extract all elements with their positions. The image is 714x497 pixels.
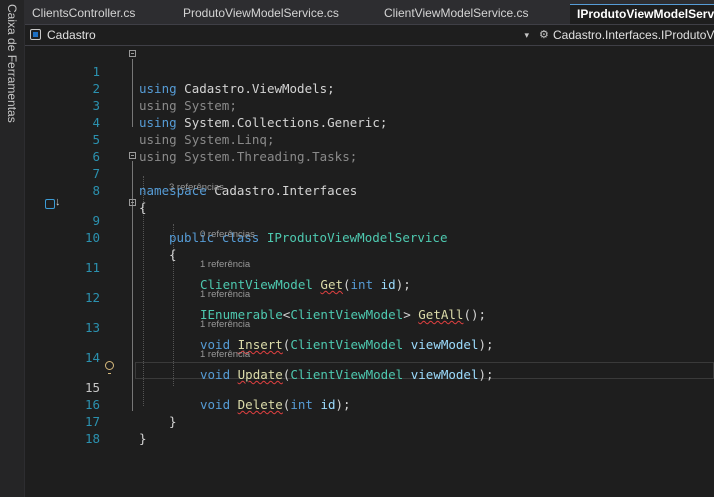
codelens-delete-references[interactable]: 1 referência (200, 350, 250, 360)
type-path: Cadastro.Interfaces.IProdutoViewModelSer… (553, 28, 714, 42)
toolbox-label[interactable]: Caixa de Ferramentas (4, 4, 20, 123)
tab-client-viewmodel-service[interactable]: ClientViewModelService.cs (377, 4, 569, 24)
document-tab-bar: ClientsController.cs ProdutoViewModelSer… (25, 0, 714, 24)
code-line-14: 14 void Update(ClientViewModel viewModel… (25, 332, 714, 382)
code-line-12: 12 IEnumerable<ClientViewModel> GetAll()… (25, 272, 714, 322)
tab-produto-viewmodel-service[interactable]: ProdutoViewModelService.cs (176, 4, 376, 24)
code-line-15: 15 void Delete(int id); (25, 362, 714, 412)
codelens-getall-references[interactable]: 1 referência (200, 260, 250, 270)
toolbox-panel[interactable]: Caixa de Ferramentas (0, 0, 25, 497)
code-line-6: 6 (25, 131, 714, 164)
code-line-17: 17 } (25, 396, 714, 446)
code-line-18: 18 (25, 413, 714, 446)
interface-icon: ⚙ (539, 29, 549, 41)
code-editor[interactable]: ↓ 1 using Cadastro.ViewModels; 2 using S… (25, 46, 714, 497)
code-line-2: 2 using System; (25, 63, 714, 113)
code-line-8: 8 { (25, 165, 714, 215)
codelens-get-references[interactable]: 0 referências (200, 230, 255, 240)
project-name: Cadastro (47, 28, 96, 42)
codelens-update-references[interactable]: 1 referência (200, 320, 250, 330)
code-line-11: 11 ClientViewModel Get(int id); (25, 242, 714, 292)
code-line-16: 16 } (25, 379, 714, 429)
code-line-3: 3 using System.Collections.Generic; (25, 80, 714, 130)
line-number: 18 (84, 431, 100, 446)
tab-clients-controller[interactable]: ClientsController.cs (25, 4, 175, 24)
codelens-insert-references[interactable]: 1 referência (200, 290, 250, 300)
codelens-class-references[interactable]: 3 referências (169, 183, 224, 193)
tab-iproduto-viewmodel-service[interactable]: IProdutoViewModelService.cs (570, 4, 714, 24)
code-line-5: 5 using System.Threading.Tasks; (25, 114, 714, 164)
code-line-9: 9 public class IProdutoViewModelService (25, 195, 714, 245)
code-line-7: 7 namespace Cadastro.Interfaces (25, 148, 714, 198)
code-line-10: 10 { (25, 212, 714, 262)
type-dropdown[interactable]: ⚙ Cadastro.Interfaces.IProdutoViewModelS… (537, 26, 714, 44)
navigation-bar: Cadastro ▾ ⚙ Cadastro.Interfaces.IProdut… (25, 24, 714, 46)
project-dropdown[interactable]: Cadastro ▾ (27, 26, 529, 44)
csharp-project-icon (30, 29, 41, 40)
chevron-down-icon: ▾ (524, 30, 529, 40)
code-line-13: 13 void Insert(ClientViewModel viewModel… (25, 302, 714, 352)
code-line-1: 1 using Cadastro.ViewModels; (25, 46, 714, 96)
code-line-4: 4 using System.Linq; (25, 97, 714, 147)
